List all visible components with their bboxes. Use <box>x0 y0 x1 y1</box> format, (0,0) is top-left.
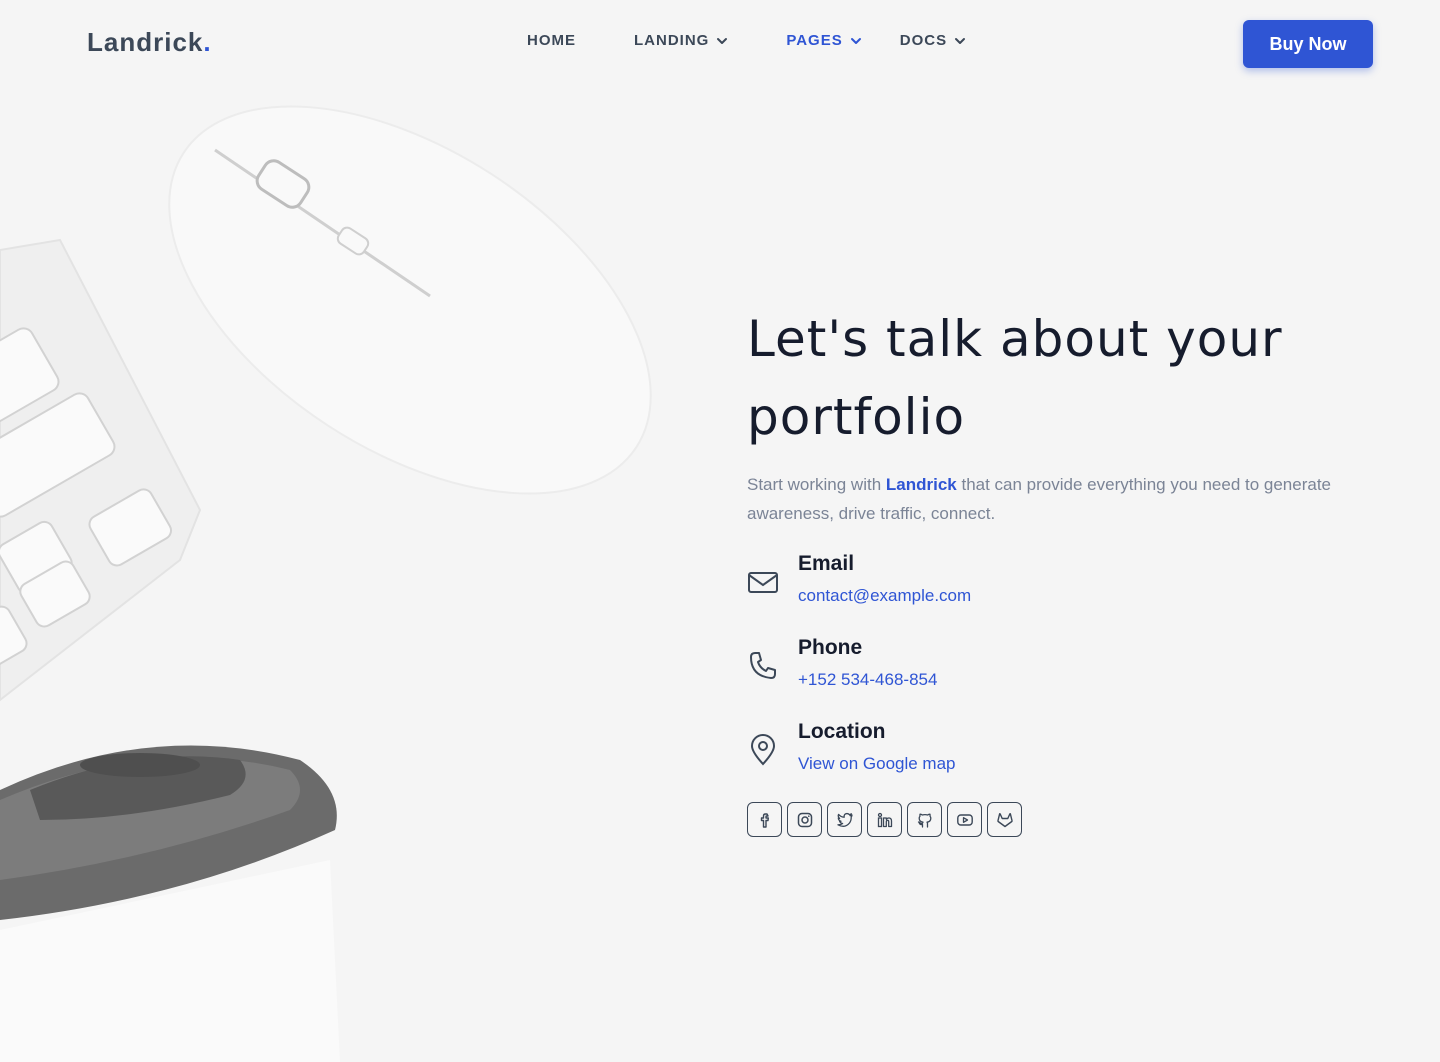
chevron-down-icon <box>717 37 728 44</box>
contact-title: Location <box>798 720 886 743</box>
google-map-link[interactable]: View on Google map <box>798 754 956 774</box>
chevron-down-icon <box>850 37 861 44</box>
page-title: Let's talk about your portfolio <box>747 300 1347 456</box>
nav-item-docs[interactable]: DOCS <box>900 32 966 49</box>
github-icon <box>917 812 931 828</box>
background-desk-illustration <box>0 105 652 1062</box>
keyboard-illustration <box>0 238 202 702</box>
contact-phone: Phone +152 534-468-854 <box>747 636 1347 720</box>
contact-list: Email contact@example.com Phone +152 534… <box>747 552 1347 804</box>
nav-item-home[interactable]: HOME <box>527 32 576 49</box>
mail-icon <box>748 572 778 593</box>
social-youtube[interactable] <box>947 802 982 837</box>
contact-hero: Let's talk about your portfolio Start wo… <box>747 300 1347 837</box>
chevron-down-icon <box>955 37 966 44</box>
social-linkedin[interactable] <box>867 802 902 837</box>
contact-location: Location View on Google map <box>747 720 1347 804</box>
linkedin-icon <box>877 812 892 827</box>
nav-item-label: LANDING <box>634 32 710 49</box>
nav-item-label: HOME <box>527 32 576 49</box>
nav-item-landing[interactable]: LANDING <box>634 32 728 49</box>
social-twitter[interactable] <box>827 802 862 837</box>
coffee-cup-illustration <box>0 745 340 1062</box>
buy-now-button[interactable]: Buy Now <box>1243 20 1373 68</box>
main-nav: HOME LANDING PAGES DOCS <box>527 32 1024 49</box>
lead-prefix: Start working with <box>747 475 886 494</box>
mouse-illustration <box>168 105 652 495</box>
map-pin-icon <box>750 734 776 766</box>
title-line-1: Let's talk about your <box>747 310 1283 368</box>
contact-title: Phone <box>798 636 863 659</box>
logo[interactable]: Landrick. <box>87 27 212 58</box>
contact-email: Email contact@example.com <box>747 552 1347 636</box>
twitter-icon <box>836 812 853 827</box>
facebook-icon <box>760 812 769 828</box>
navbar: Landrick. HOME LANDING PAGES DOCS Buy No… <box>0 0 1440 86</box>
email-link[interactable]: contact@example.com <box>798 586 971 606</box>
instagram-icon <box>797 812 812 827</box>
social-github[interactable] <box>907 802 942 837</box>
contact-title: Email <box>798 552 855 575</box>
social-gitlab[interactable] <box>987 802 1022 837</box>
lead-brand: Landrick <box>885 475 957 494</box>
phone-link[interactable]: +152 534-468-854 <box>798 670 937 690</box>
social-links <box>747 802 1022 837</box>
lead-paragraph: Start working with Landrick that can pro… <box>747 470 1337 528</box>
logo-text: Landrick <box>87 27 204 57</box>
nav-item-label: PAGES <box>786 32 843 49</box>
nav-item-pages[interactable]: PAGES <box>786 32 861 49</box>
youtube-icon <box>956 813 973 826</box>
social-facebook[interactable] <box>747 802 782 837</box>
nav-item-label: DOCS <box>899 32 948 49</box>
title-line-2: portfolio <box>747 388 966 446</box>
logo-dot: . <box>203 27 212 57</box>
gitlab-icon <box>996 812 1013 827</box>
page: Landrick. HOME LANDING PAGES DOCS Buy No… <box>0 0 1440 1062</box>
phone-icon <box>750 652 776 679</box>
social-instagram[interactable] <box>787 802 822 837</box>
